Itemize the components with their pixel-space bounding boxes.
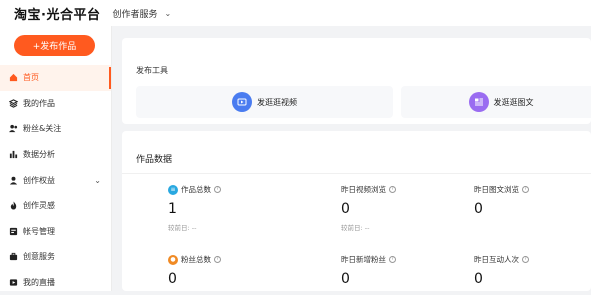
service-dropdown[interactable]: 创作者服务 ⌄ bbox=[112, 7, 171, 20]
stat-label: 昨日视频浏览 bbox=[341, 185, 386, 194]
sidebar-item-inspiration[interactable]: 创作灵感 bbox=[0, 193, 111, 219]
user-badge-icon bbox=[8, 175, 18, 185]
stat-sub: 较前日: -- bbox=[341, 224, 370, 232]
sidebar-item-my-works[interactable]: 我的作品 bbox=[0, 91, 111, 117]
sidebar: +发布作品 首页 我的作品 粉丝&关注 数据分析 创作权益 ⌄ 创作灵感 帐号管… bbox=[0, 26, 112, 291]
stat-value: 0 bbox=[474, 201, 483, 217]
image-text-icon bbox=[468, 92, 489, 112]
sidebar-item-creator-rights[interactable]: 创作权益 ⌄ bbox=[0, 167, 111, 193]
stat-yesterday-interactions: 昨日互动人次 ? 0 bbox=[474, 254, 529, 287]
stat-label: 作品总数 bbox=[181, 185, 211, 194]
stat-total-works: ≡ 作品总数 ? 1 较前日: -- bbox=[168, 184, 221, 232]
stat-label: 粉丝总数 bbox=[181, 255, 211, 264]
chevron-down-icon: ⌄ bbox=[94, 175, 101, 185]
users-icon: ● bbox=[168, 254, 178, 265]
stat-yesterday-article-views: 昨日图文浏览 ? 0 bbox=[474, 184, 529, 222]
publish-tools-card: 发布工具 发逛逛视频 发逛逛图文 bbox=[122, 38, 591, 124]
stat-total-fans: ● 粉丝总数 ? 0 bbox=[168, 254, 221, 287]
layers-icon: ≡ bbox=[168, 184, 178, 195]
flame-icon bbox=[8, 201, 18, 211]
bar-chart-icon bbox=[8, 150, 18, 160]
sidebar-item-label: 创作权益 bbox=[23, 175, 55, 185]
users-icon bbox=[8, 124, 18, 134]
sidebar-item-fans[interactable]: 粉丝&关注 bbox=[0, 116, 111, 142]
sidebar-item-label: 我的作品 bbox=[23, 98, 55, 108]
publish-article-label: 发逛逛图文 bbox=[493, 97, 534, 107]
sidebar-item-label: 创意服务 bbox=[23, 252, 55, 262]
id-card-icon bbox=[8, 226, 18, 236]
layers-icon bbox=[8, 98, 18, 108]
sidebar-item-creative-services[interactable]: 创意服务 bbox=[0, 244, 111, 270]
help-icon[interactable]: ? bbox=[214, 256, 221, 263]
help-icon[interactable]: ? bbox=[522, 256, 529, 263]
sidebar-item-label: 创作灵感 bbox=[23, 201, 55, 211]
stat-value: 0 bbox=[341, 201, 350, 217]
divider bbox=[122, 173, 591, 174]
publish-work-button[interactable]: +发布作品 bbox=[14, 35, 95, 56]
stat-value: 0 bbox=[341, 271, 350, 287]
stat-sub: 较前日: -- bbox=[168, 224, 197, 232]
live-icon bbox=[8, 278, 18, 288]
help-icon[interactable]: ? bbox=[389, 256, 396, 263]
chevron-down-icon: ⌄ bbox=[164, 8, 172, 18]
stat-value: 0 bbox=[168, 271, 177, 287]
stat-value: 1 bbox=[168, 201, 177, 217]
stat-label: 昨日互动人次 bbox=[474, 255, 519, 264]
works-data-title: 作品数据 bbox=[136, 155, 173, 165]
briefcase-icon bbox=[8, 252, 18, 262]
publish-article-button[interactable]: 发逛逛图文 bbox=[401, 86, 591, 118]
service-label: 创作者服务 bbox=[112, 9, 158, 20]
stat-value: 0 bbox=[474, 271, 483, 287]
sidebar-item-home[interactable]: 首页 bbox=[0, 65, 111, 91]
sidebar-nav: 首页 我的作品 粉丝&关注 数据分析 创作权益 ⌄ 创作灵感 帐号管理 创意服务… bbox=[0, 65, 111, 295]
help-icon[interactable]: ? bbox=[522, 186, 529, 193]
sidebar-item-live[interactable]: 我的直播 bbox=[0, 270, 111, 295]
sidebar-item-label: 数据分析 bbox=[23, 150, 55, 160]
platform-logo[interactable]: 淘宝·光合平台 bbox=[14, 4, 100, 23]
publish-tools-title: 发布工具 bbox=[136, 66, 168, 75]
home-icon bbox=[8, 73, 18, 83]
sidebar-item-label: 我的直播 bbox=[23, 278, 55, 288]
sidebar-item-account[interactable]: 帐号管理 bbox=[0, 219, 111, 245]
top-bar: 淘宝·光合平台 创作者服务 ⌄ bbox=[0, 0, 591, 26]
publish-video-button[interactable]: 发逛逛视频 bbox=[136, 86, 393, 118]
help-icon[interactable]: ? bbox=[214, 186, 221, 193]
sidebar-item-analytics[interactable]: 数据分析 bbox=[0, 142, 111, 168]
sidebar-item-label: 帐号管理 bbox=[23, 226, 55, 236]
works-data-card: 作品数据 ≡ 作品总数 ? 1 较前日: -- 昨日视频浏览 ? 0 较前日: … bbox=[122, 131, 591, 291]
help-icon[interactable]: ? bbox=[389, 186, 396, 193]
stat-yesterday-new-fans: 昨日新增粉丝 ? 0 bbox=[341, 254, 396, 287]
publish-video-label: 发逛逛视频 bbox=[257, 97, 297, 107]
sidebar-item-label: 首页 bbox=[23, 73, 39, 83]
stat-label: 昨日图文浏览 bbox=[474, 185, 519, 194]
video-play-icon bbox=[232, 92, 252, 112]
sidebar-item-label: 粉丝&关注 bbox=[23, 124, 62, 134]
stat-label: 昨日新增粉丝 bbox=[341, 255, 386, 264]
stat-yesterday-video-views: 昨日视频浏览 ? 0 较前日: -- bbox=[341, 184, 396, 232]
